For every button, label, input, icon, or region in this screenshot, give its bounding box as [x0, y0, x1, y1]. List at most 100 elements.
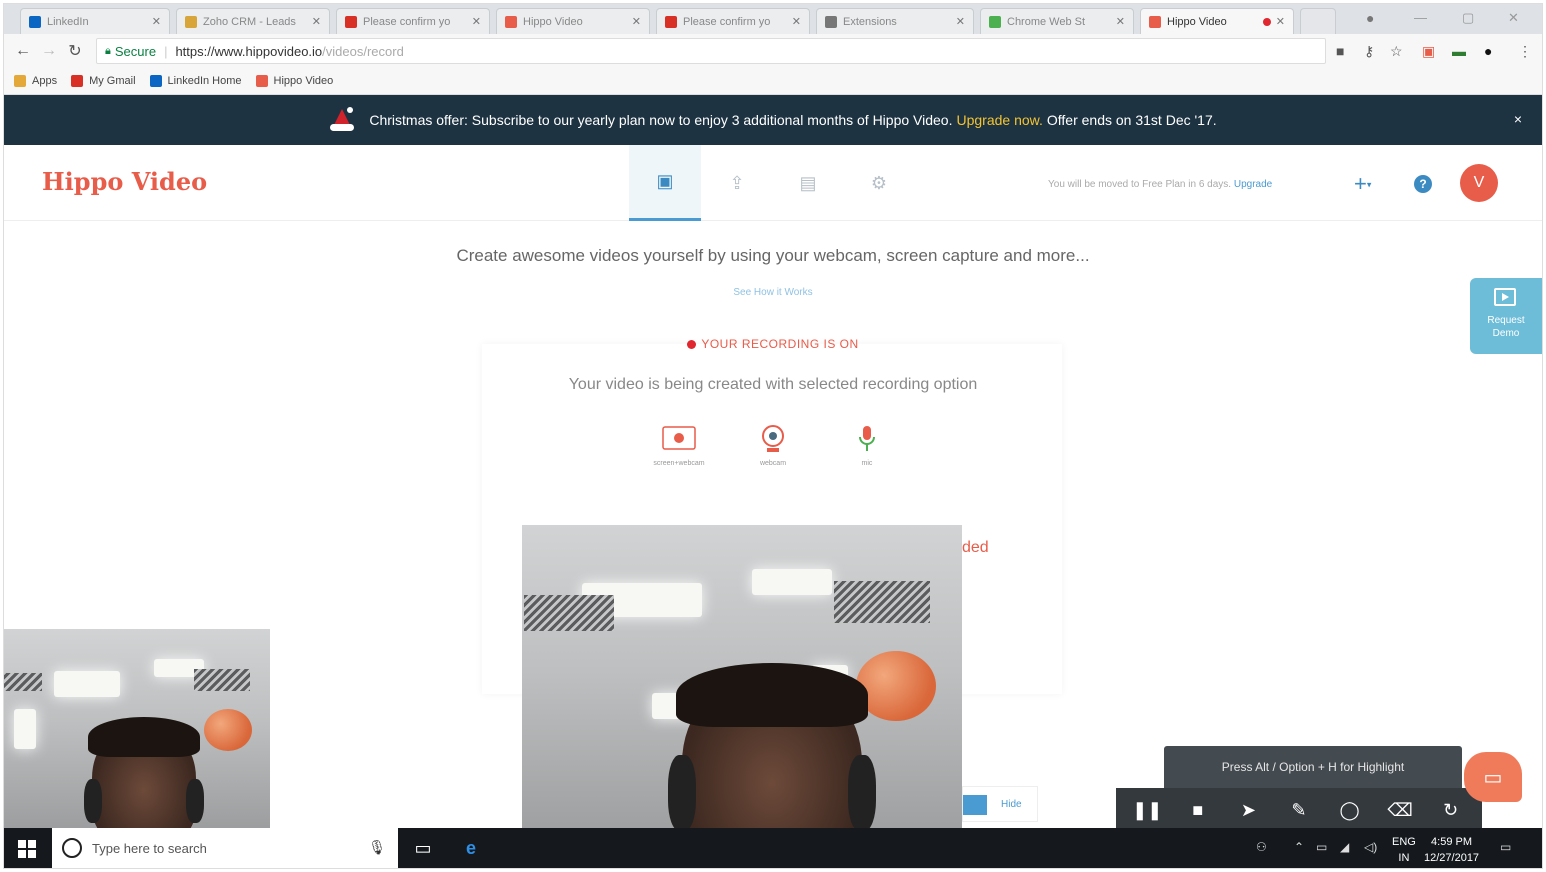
- extension-icon[interactable]: ▬: [1452, 43, 1466, 59]
- chat-icon: ▭: [1483, 766, 1503, 789]
- orange-ball: [204, 709, 252, 751]
- chevron-up-icon[interactable]: ⌃: [1294, 840, 1304, 854]
- recording-status: YOUR RECORDING IS ON: [4, 337, 1542, 351]
- banner-close-button[interactable]: ×: [1514, 111, 1522, 127]
- language-indicator[interactable]: ENG IN: [1392, 834, 1416, 866]
- windows-start-icon[interactable]: [18, 840, 36, 858]
- close-tab-icon[interactable]: ✕: [1116, 15, 1125, 28]
- bookmark-apps[interactable]: Apps: [14, 75, 57, 87]
- tab-record[interactable]: ▣: [629, 145, 701, 221]
- close-window-button[interactable]: ✕: [1508, 10, 1519, 26]
- hide-control[interactable]: Hide: [962, 786, 1038, 822]
- address-bar[interactable]: 🔒︎ Secure | https://www.hippovideo.io/vi…: [96, 38, 1326, 64]
- network-icon[interactable]: ◢: [1340, 840, 1349, 854]
- tab-settings[interactable]: ⚙: [843, 145, 915, 221]
- tab-zoho[interactable]: Zoho CRM - Leads ✕: [176, 8, 330, 34]
- hide-label: Hide: [1001, 799, 1022, 810]
- request-demo-button[interactable]: Request Demo: [1470, 278, 1542, 354]
- close-tab-icon[interactable]: ✕: [472, 15, 481, 28]
- close-tab-icon[interactable]: ✕: [152, 15, 161, 28]
- close-tab-icon[interactable]: ✕: [312, 15, 321, 28]
- tab-linkedin[interactable]: LinkedIn ✕: [20, 8, 170, 34]
- clear-icon[interactable]: ↻: [1436, 795, 1466, 825]
- new-tab-button[interactable]: [1300, 8, 1336, 34]
- tab-gmail-2[interactable]: Please confirm yo ✕: [656, 8, 810, 34]
- browser-toolbar: ← → ↻ 🔒︎ Secure | https://www.hippovideo…: [4, 34, 1542, 68]
- zoho-icon: [185, 15, 197, 28]
- upload-icon: ⇪: [729, 172, 745, 193]
- hippo-extension-icon[interactable]: ▣: [1422, 43, 1435, 60]
- webcam-preview-large[interactable]: [522, 525, 962, 851]
- bookmark-label: LinkedIn Home: [167, 75, 242, 87]
- bookmark-linkedin[interactable]: LinkedIn Home: [149, 75, 242, 87]
- pen-icon[interactable]: ✎: [1284, 795, 1314, 825]
- notifications-icon[interactable]: ▭: [1500, 840, 1511, 854]
- stop-icon[interactable]: ■: [1183, 795, 1213, 825]
- hide-toggle: [963, 795, 987, 815]
- task-view-icon[interactable]: ▭: [400, 828, 446, 868]
- profile-icon[interactable]: ●: [1366, 10, 1374, 26]
- back-arrow-icon[interactable]: ←: [10, 42, 36, 60]
- clock-time: 4:59 PM: [1431, 836, 1473, 848]
- tab-hippo-active[interactable]: Hippo Video ✕: [1140, 8, 1294, 34]
- reload-icon[interactable]: ↻: [62, 41, 88, 61]
- forward-arrow-icon[interactable]: →: [36, 42, 62, 60]
- extension-icon[interactable]: ●: [1484, 43, 1492, 59]
- key-icon[interactable]: ⚷: [1364, 43, 1374, 60]
- chat-button[interactable]: ▭: [1464, 752, 1522, 802]
- lang-region: IN: [1398, 852, 1410, 864]
- request-demo-label: Request: [1487, 315, 1525, 326]
- clock[interactable]: 4:59 PM 12/27/2017: [1424, 834, 1479, 866]
- santa-hat-icon: [329, 107, 355, 133]
- highlight-circle-icon[interactable]: ◯: [1335, 795, 1365, 825]
- page-tagline: Create awesome videos yourself by using …: [456, 246, 1090, 265]
- tab-upload[interactable]: ⇪: [701, 145, 773, 221]
- trial-upgrade-link[interactable]: Upgrade: [1234, 179, 1272, 190]
- option-label: mic: [861, 460, 873, 467]
- close-tab-icon[interactable]: ✕: [956, 15, 965, 28]
- menu-kebab-icon[interactable]: ⋮: [1518, 43, 1532, 60]
- gmail-icon: [345, 15, 357, 28]
- eraser-icon[interactable]: ⌫: [1385, 795, 1415, 825]
- close-tab-icon[interactable]: ✕: [1276, 15, 1285, 28]
- add-new-button[interactable]: +▾: [1354, 171, 1371, 197]
- pointer-icon[interactable]: ➤: [1233, 795, 1263, 825]
- tab-hippo-1[interactable]: Hippo Video ✕: [496, 8, 650, 34]
- clock-date: 12/27/2017: [1424, 852, 1480, 864]
- star-icon[interactable]: ☆: [1390, 43, 1403, 60]
- upgrade-now-link[interactable]: Upgrade now.: [956, 112, 1042, 128]
- battery-icon[interactable]: ▭: [1316, 840, 1327, 854]
- option-screen-webcam[interactable]: screen+webcam: [644, 424, 714, 467]
- play-icon: [1494, 288, 1516, 306]
- option-mic[interactable]: mic: [832, 424, 902, 467]
- bookmark-hippo[interactable]: Hippo Video: [255, 75, 333, 87]
- close-tab-icon[interactable]: ✕: [632, 15, 641, 28]
- lock-icon: 🔒︎: [105, 44, 111, 57]
- close-tab-icon[interactable]: ✕: [792, 15, 801, 28]
- tab-webstore[interactable]: Chrome Web St ✕: [980, 8, 1134, 34]
- pause-icon[interactable]: ❚❚: [1132, 795, 1162, 825]
- people-icon[interactable]: ⚇: [1256, 840, 1267, 854]
- edge-icon[interactable]: e: [448, 828, 494, 868]
- screen-webcam-icon: [662, 426, 696, 450]
- tab-gmail-1[interactable]: Please confirm yo ✕: [336, 8, 490, 34]
- taskbar-search[interactable]: Type here to search 🎙︎: [52, 828, 398, 868]
- option-webcam[interactable]: webcam: [738, 424, 808, 467]
- maximize-button[interactable]: ▢: [1462, 10, 1474, 26]
- microphone-icon[interactable]: 🎙︎: [368, 839, 386, 856]
- avatar[interactable]: V: [1460, 164, 1498, 202]
- gmail-icon: [71, 75, 84, 87]
- volume-icon[interactable]: ◁): [1364, 840, 1377, 854]
- tab-videos[interactable]: ▤: [772, 145, 844, 221]
- bookmark-gmail[interactable]: My Gmail: [71, 75, 136, 87]
- help-button[interactable]: ?: [1414, 175, 1432, 193]
- see-how-it-works-link[interactable]: See How it Works: [4, 287, 1542, 298]
- minimize-button[interactable]: —: [1414, 10, 1427, 25]
- webcam-preview-small[interactable]: [4, 629, 270, 834]
- url-base: https://www.hippovideo.io: [175, 43, 323, 59]
- hippo-video-logo[interactable]: Hippo Video: [42, 167, 207, 196]
- camera-icon[interactable]: ■: [1336, 43, 1344, 59]
- recording-status-label: YOUR RECORDING IS ON: [701, 337, 859, 351]
- tab-extensions[interactable]: Extensions ✕: [816, 8, 974, 34]
- microphone-icon: [859, 426, 875, 451]
